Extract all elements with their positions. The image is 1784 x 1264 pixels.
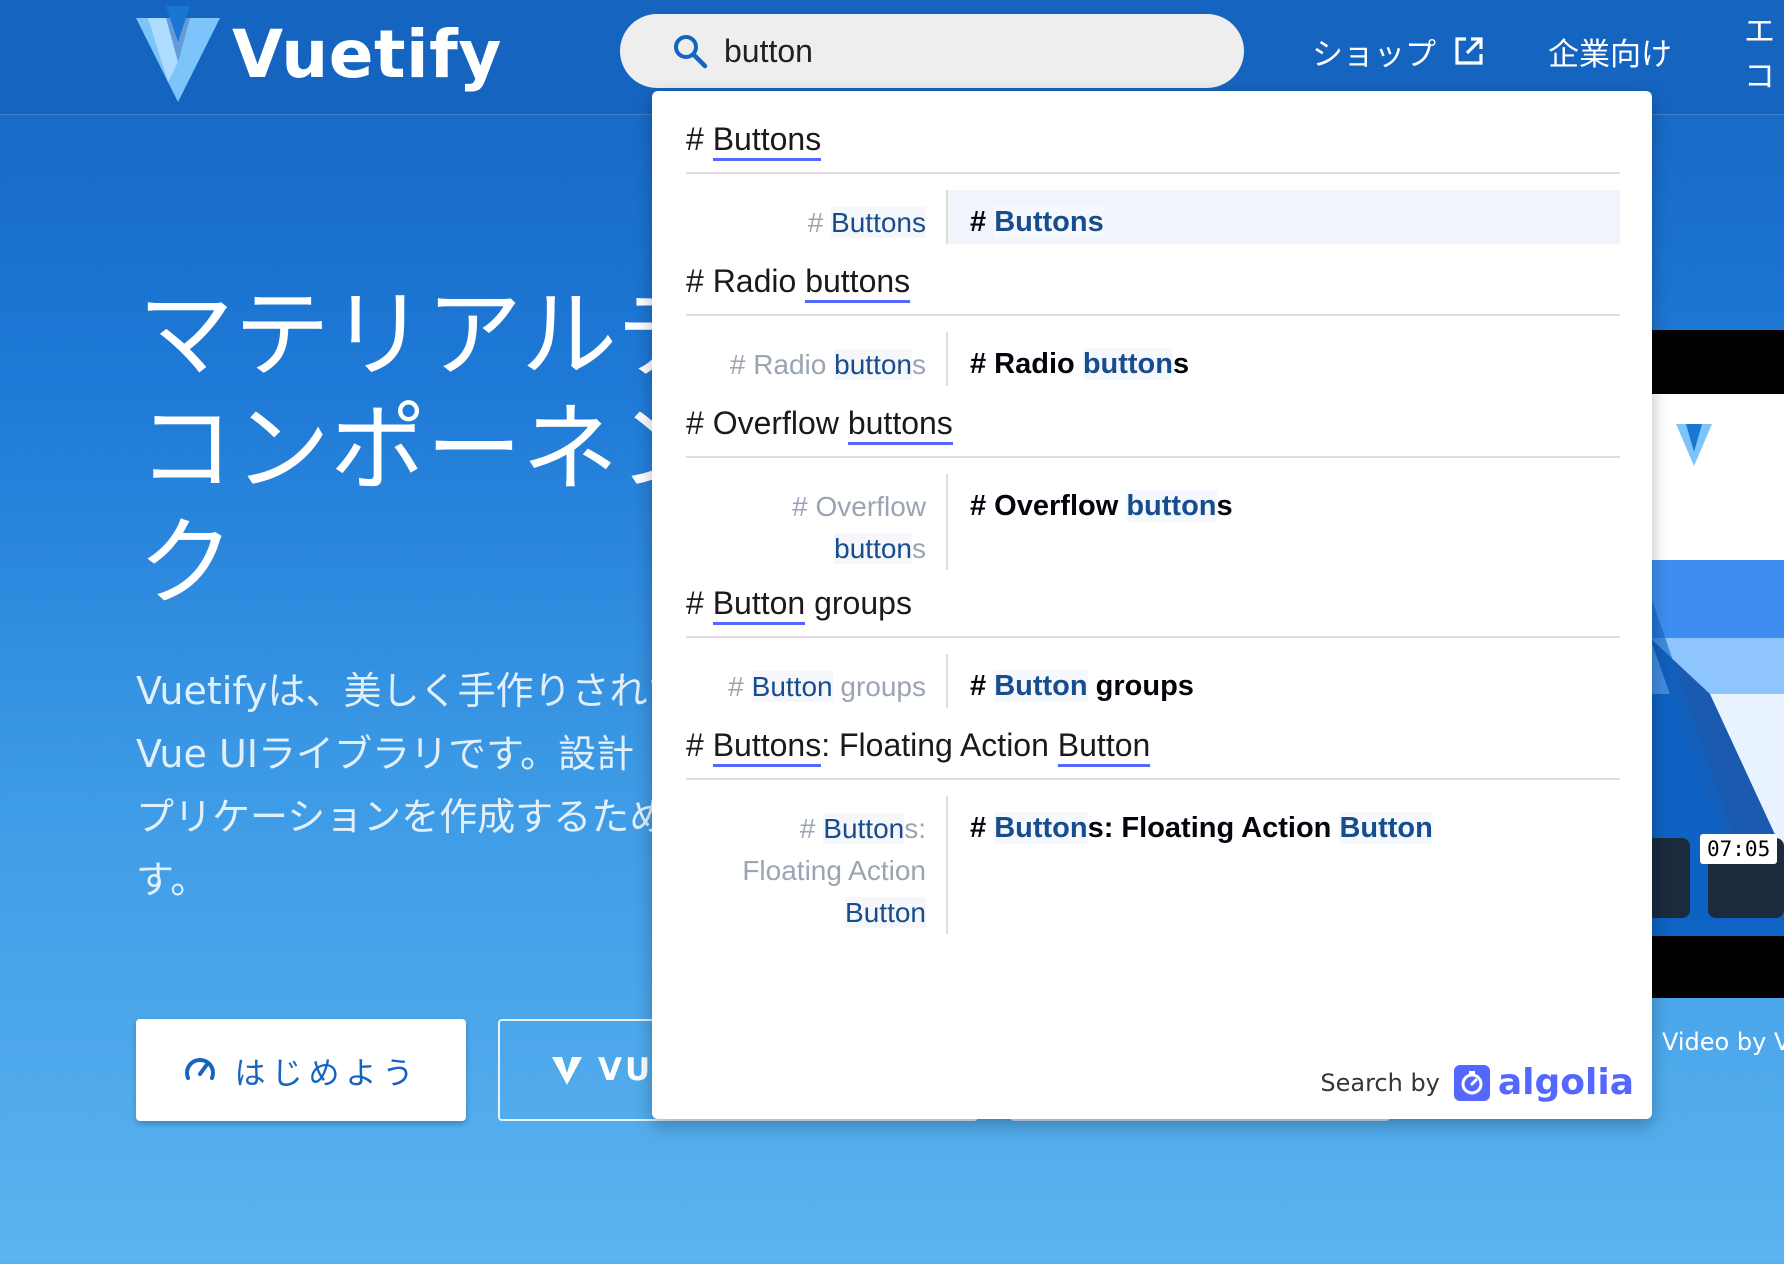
- suggestion-text: #: [799, 813, 824, 844]
- suggestion-text: # Overflow: [970, 490, 1127, 522]
- hero-description: Vuetifyは、美しく手作りされた Vue UIライブラリです。設計 プリケー…: [136, 660, 656, 912]
- video-preview[interactable]: [1650, 330, 1784, 998]
- suggestion-text: Floating Action: [742, 855, 926, 886]
- search-icon: [670, 31, 710, 71]
- match-highlight: Button: [994, 812, 1088, 844]
- vuetify-v-icon: [552, 1055, 582, 1085]
- nav-item-ecosystem[interactable]: エコ: [1744, 14, 1784, 95]
- nav-item-label: ショップ: [1312, 36, 1436, 73]
- algolia-logo: algolia: [1497, 1062, 1634, 1103]
- nav-item-shop[interactable]: ショップ: [1312, 26, 1484, 76]
- video-credit: Video by V: [1662, 1028, 1784, 1056]
- stopwatch-icon: [1453, 1064, 1490, 1101]
- search-box[interactable]: [620, 14, 1244, 88]
- hero-description-line: Vuetifyは、美しく手作りされた: [136, 669, 656, 713]
- heading-text: #: [686, 585, 713, 621]
- heading-highlight: buttons: [805, 263, 911, 303]
- heading-highlight: Button: [712, 585, 806, 625]
- suggestion-text: #: [970, 812, 995, 844]
- heading-text: groups: [805, 585, 912, 621]
- hero-title-line: マテリアルデザイン: [138, 279, 698, 391]
- hero-title: マテリアルデザイン コンポーネントフレームワー ク: [138, 278, 698, 620]
- search-input[interactable]: [722, 31, 1186, 71]
- get-started-label: はじめよう: [234, 1055, 420, 1092]
- brand-link[interactable]: Vuetify: [136, 6, 502, 102]
- hero-title-line: ク: [138, 507, 234, 619]
- match-highlight: Button: [1339, 812, 1433, 844]
- search-results-list: # Buttons # Buttons # Buttons # Radio butto…: [652, 91, 1652, 934]
- hero-description-line: す。: [136, 858, 209, 902]
- result-group-heading: # Radio buttons: [686, 233, 1620, 316]
- match-highlight: Button: [823, 813, 905, 844]
- speedometer-icon: [183, 1053, 217, 1087]
- open-in-new-icon: [1454, 36, 1484, 66]
- vuetify-logo-icon: [136, 6, 220, 102]
- result-group-heading: # Button groups: [686, 555, 1620, 638]
- nav-item-enterprise[interactable]: 企業向け: [1548, 26, 1672, 76]
- match-highlight: button: [1126, 490, 1217, 522]
- brand-name: Vuetify: [232, 15, 502, 93]
- result-group-heading: # Buttons: [686, 91, 1620, 174]
- heading-highlight: Button: [1057, 727, 1151, 767]
- search-suggestion[interactable]: # Buttons: Floating Action Button # Buttons…: [686, 796, 1620, 934]
- search-results-dropdown: # Buttons # Buttons # Buttons # Radio butto…: [652, 91, 1652, 1119]
- match-highlight: Button: [845, 897, 926, 928]
- video-thumbnail: [1650, 394, 1784, 998]
- nav-item-label: エコ: [1744, 14, 1775, 95]
- heading-highlight: Buttons: [712, 727, 822, 767]
- heading-text: #: [686, 727, 713, 763]
- hero-title-line: コンポーネントフレームワー: [138, 393, 698, 505]
- heading-text: # Radio: [686, 263, 806, 299]
- video-duration: 07:05: [1700, 834, 1778, 864]
- suggestion-category: # Buttons: Floating Action Button: [686, 796, 948, 934]
- suggestion-text: s: Floating Action: [1087, 812, 1340, 844]
- result-group-heading: # Overflow buttons: [686, 375, 1620, 458]
- suggestion-title: # Buttons: Floating Action Button: [948, 796, 1620, 934]
- result-group: # Button groups # Button groups # Button g…: [652, 555, 1652, 708]
- hero-description-line: プリケーションを作成するため: [136, 795, 656, 839]
- heading-highlight: buttons: [847, 405, 953, 445]
- nav-item-label: 企業向け: [1548, 36, 1672, 73]
- heading-text: # Overflow: [686, 405, 848, 441]
- result-group: # Overflow buttons # Overflow buttons # Ov…: [652, 375, 1652, 570]
- hero-description-line: Vue UIライブラリです。設計: [136, 732, 635, 776]
- suggestion-text: s:: [904, 813, 926, 844]
- heading-text: : Floating Action: [821, 727, 1058, 763]
- result-group-heading: # Buttons: Floating Action Button: [686, 697, 1620, 780]
- suggestion-text: # Overflow: [792, 491, 926, 522]
- result-group: # Buttons # Buttons # Buttons: [652, 91, 1652, 244]
- suggestion-text: s: [1216, 490, 1233, 522]
- get-started-button[interactable]: はじめよう: [136, 1019, 466, 1121]
- search-attribution[interactable]: Search by algolia: [1320, 1062, 1634, 1103]
- result-group: # Buttons: Floating Action Button # Butto…: [652, 697, 1652, 934]
- heading-text: #: [686, 121, 713, 157]
- search-by-label: Search by: [1320, 1068, 1440, 1097]
- result-group: # Radio buttons # Radio buttons # Radio bu…: [652, 233, 1652, 386]
- heading-highlight: Buttons: [712, 121, 822, 161]
